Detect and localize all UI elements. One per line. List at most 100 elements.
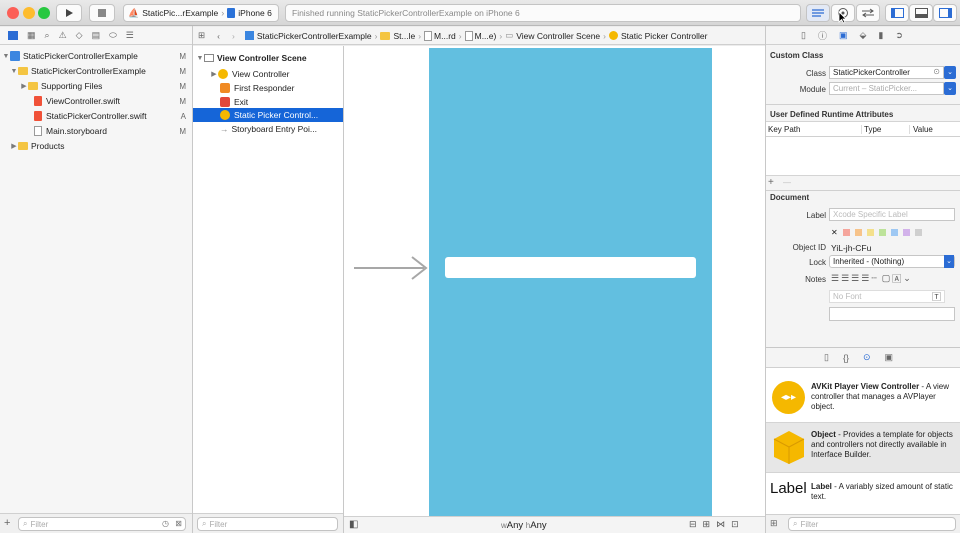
- size-inspector-icon[interactable]: ▮: [878, 30, 883, 41]
- layout-tools[interactable]: ⊟⊞⋈⊡: [689, 519, 745, 530]
- outline-item-view-controller[interactable]: ▶ View Controller: [210, 67, 343, 81]
- test-navigator-icon[interactable]: ◇: [76, 30, 83, 41]
- justify-icon[interactable]: ☰: [861, 273, 869, 284]
- clear-color-icon[interactable]: ✕: [831, 228, 838, 237]
- class-dropdown-button[interactable]: ⌄: [944, 66, 956, 79]
- entry-point-arrow-icon[interactable]: [354, 256, 430, 280]
- object-library-icon[interactable]: ⊙: [863, 352, 871, 363]
- notes-textarea[interactable]: [829, 307, 955, 321]
- outline-item-static-picker-controller[interactable]: Static Picker Control...: [193, 108, 343, 122]
- align-right-icon[interactable]: ☰: [851, 273, 859, 284]
- swatch-blue[interactable]: [890, 229, 898, 236]
- navigator-filter-input[interactable]: ⌕ Filter ◷ ⊠: [18, 517, 186, 531]
- breadcrumb-project[interactable]: StaticPickerControllerExample: [257, 31, 372, 41]
- quick-help-icon[interactable]: ⓘ: [818, 29, 827, 42]
- disclosure-closed-icon[interactable]: ▶: [10, 142, 18, 150]
- align-left-icon[interactable]: ☰: [831, 273, 839, 284]
- stop-button[interactable]: [89, 4, 115, 22]
- minimize-window-button[interactable]: [23, 7, 35, 19]
- text-field[interactable]: [445, 257, 696, 278]
- breakpoint-navigator-icon[interactable]: ⬭: [109, 30, 117, 41]
- debug-navigator-icon[interactable]: ▤: [92, 30, 101, 41]
- breadcrumb-scene[interactable]: View Controller Scene: [516, 31, 600, 41]
- xcode-label-field[interactable]: Xcode Specific Label: [829, 208, 955, 221]
- storyboard-canvas[interactable]: [344, 46, 765, 516]
- outline-scene[interactable]: ▼ View Controller Scene: [196, 51, 343, 65]
- connections-inspector-icon[interactable]: ➲: [895, 30, 903, 41]
- font-picker-icon[interactable]: 🅃: [932, 290, 941, 303]
- disclosure-closed-icon[interactable]: ▶: [210, 70, 218, 78]
- folder-navigator-icon[interactable]: [8, 31, 18, 40]
- disclosure-open-icon[interactable]: ▼: [10, 68, 18, 75]
- file-inspector-icon[interactable]: ▯: [801, 30, 806, 41]
- column-header-value[interactable]: Value: [909, 125, 933, 134]
- scheme-selector[interactable]: ⛵ StaticPic...rExample › iPhone 6: [123, 4, 279, 22]
- breadcrumb-controller[interactable]: Static Picker Controller: [621, 31, 707, 41]
- grid-view-icon[interactable]: ⊞: [770, 518, 778, 529]
- zoom-window-button[interactable]: [38, 7, 50, 19]
- remove-attribute-button[interactable]: —: [783, 178, 791, 187]
- border-icon[interactable]: ▢: [882, 273, 891, 284]
- outline-item-exit[interactable]: Exit: [220, 95, 343, 109]
- breadcrumb-group[interactable]: St...le: [393, 31, 415, 41]
- back-button[interactable]: ‹: [217, 31, 220, 41]
- module-field[interactable]: Current – StaticPicker...: [829, 82, 944, 95]
- swatch-gray[interactable]: [914, 229, 922, 236]
- file-template-icon[interactable]: ▯: [824, 352, 829, 363]
- toggle-utilities-button[interactable]: [933, 4, 957, 22]
- recent-files-icon[interactable]: ◷: [162, 519, 169, 528]
- standard-editor-button[interactable]: [806, 4, 830, 22]
- issue-navigator-icon[interactable]: ⚠: [59, 30, 67, 41]
- swatch-orange[interactable]: [854, 229, 862, 236]
- find-navigator-icon[interactable]: ⌕: [45, 30, 50, 41]
- tree-item-group[interactable]: ▼ StaticPickerControllerExample M: [10, 64, 192, 78]
- disclosure-closed-icon[interactable]: ▶: [20, 82, 28, 90]
- breadcrumb-storyboard[interactable]: M...rd: [434, 31, 456, 41]
- symbol-navigator-icon[interactable]: ▦: [27, 30, 36, 41]
- column-header-type[interactable]: Type: [861, 125, 881, 134]
- font-field[interactable]: No Font: [829, 290, 945, 303]
- report-navigator-icon[interactable]: ☰: [126, 30, 134, 41]
- options-icon[interactable]: ⌄: [903, 273, 911, 284]
- tree-item-products[interactable]: ▶ Products: [10, 139, 192, 153]
- related-items-icon[interactable]: ⊞: [198, 30, 205, 41]
- view-controller-view[interactable]: [429, 48, 712, 516]
- class-field[interactable]: StaticPickerController ⊙: [829, 66, 944, 79]
- close-window-button[interactable]: [7, 7, 19, 19]
- identity-inspector-icon[interactable]: ▣: [839, 30, 848, 41]
- version-editor-button[interactable]: [856, 4, 880, 22]
- go-to-class-icon[interactable]: ⊙: [933, 67, 940, 76]
- column-header-keypath[interactable]: Key Path: [768, 125, 800, 134]
- tree-item-file[interactable]: Main.storyboard M: [34, 124, 192, 138]
- swatch-red[interactable]: [842, 229, 850, 236]
- breadcrumb-base[interactable]: M...e): [475, 31, 497, 41]
- tree-item-project[interactable]: ▼ StaticPickerControllerExample M: [2, 49, 192, 63]
- code-snippet-icon[interactable]: {}: [843, 353, 849, 363]
- disclosure-open-icon[interactable]: ▼: [2, 53, 10, 60]
- outline-item-first-responder[interactable]: First Responder: [220, 81, 343, 95]
- text-color-icon[interactable]: 🄰: [892, 272, 901, 285]
- library-item-avkit[interactable]: ◂▸▸ AVKit Player View Controller - A vie…: [766, 373, 960, 423]
- tree-item-file[interactable]: ViewController.swift M: [34, 94, 192, 108]
- forward-button[interactable]: ›: [232, 31, 235, 41]
- tree-item-file[interactable]: StaticPickerController.swift A: [34, 109, 192, 123]
- module-dropdown-button[interactable]: ⌄: [944, 82, 956, 95]
- outline-filter-input[interactable]: ⌕ Filter: [197, 517, 338, 531]
- lock-select[interactable]: Inherited - (Nothing) ⌄: [829, 255, 955, 268]
- library-filter-input[interactable]: ⌕ Filter: [788, 517, 956, 531]
- add-icon[interactable]: +: [4, 517, 10, 529]
- toggle-outline-icon[interactable]: ◧: [349, 519, 358, 530]
- line-style-icon[interactable]: ┄: [871, 273, 876, 284]
- library-item-label[interactable]: Label Label - A variably sized amount of…: [766, 473, 960, 516]
- swatch-green[interactable]: [878, 229, 886, 236]
- toggle-debug-area-button[interactable]: [909, 4, 933, 22]
- attributes-inspector-icon[interactable]: ⬙: [859, 30, 866, 41]
- scm-filter-icon[interactable]: ⊠: [175, 519, 182, 528]
- outline-item-storyboard-entry-point[interactable]: → Storyboard Entry Poi...: [220, 122, 343, 136]
- disclosure-open-icon[interactable]: ▼: [196, 55, 204, 62]
- swatch-purple[interactable]: [902, 229, 910, 236]
- toggle-navigator-button[interactable]: [885, 4, 909, 22]
- align-center-icon[interactable]: ☰: [841, 273, 849, 284]
- label-color-swatches[interactable]: ✕: [831, 228, 922, 237]
- swatch-yellow[interactable]: [866, 229, 874, 236]
